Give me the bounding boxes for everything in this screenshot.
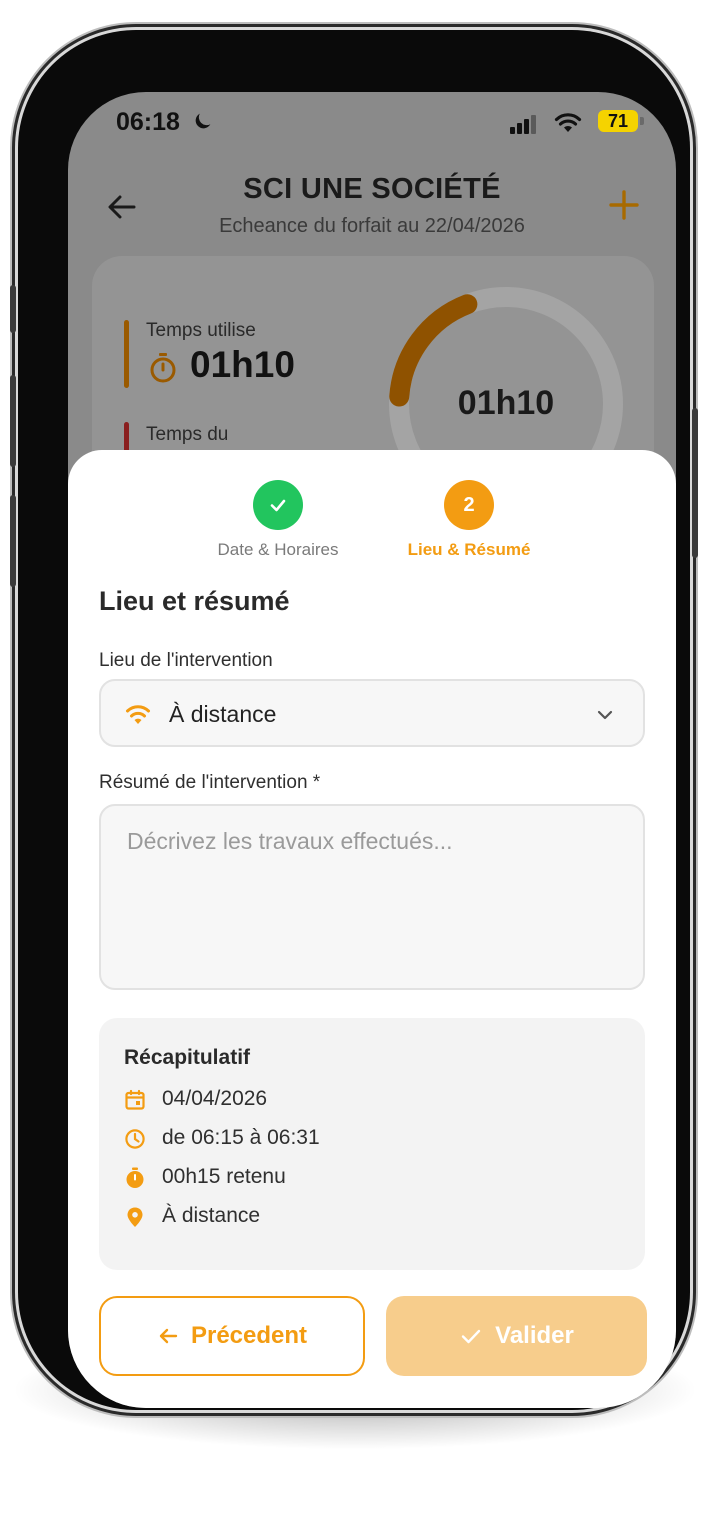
phone-frame: 06:18 71 SCI UNE SOCIÉTÉ Echeance du for… bbox=[10, 30, 698, 1410]
checkmark-icon bbox=[461, 1329, 481, 1344]
volume-up-button bbox=[10, 375, 16, 467]
recap-time-range: de 06:15 à 06:31 bbox=[162, 1126, 320, 1149]
battery-tip bbox=[640, 117, 644, 125]
validate-label: Valider bbox=[495, 1322, 574, 1349]
location-value: À distance bbox=[169, 701, 277, 727]
recap-title: Récapitulatif bbox=[124, 1046, 251, 1069]
section-title: Lieu et résumé bbox=[99, 586, 290, 616]
location-pin-icon bbox=[127, 1207, 143, 1227]
due-time-label: Temps du bbox=[146, 424, 229, 445]
plus-icon[interactable] bbox=[606, 187, 642, 223]
recap-date: 04/04/2026 bbox=[162, 1087, 268, 1110]
location-select[interactable]: À distance bbox=[99, 679, 645, 747]
signal-icon bbox=[510, 115, 536, 134]
step-lieu-resume[interactable]: 2 Lieu & Résumé bbox=[379, 480, 559, 560]
recap-panel: Récapitulatif 04/04/2026 de 06:15 à 06:3… bbox=[99, 1018, 645, 1270]
status-bar: 06:18 71 bbox=[68, 92, 676, 154]
header: SCI UNE SOCIÉTÉ Echeance du forfait au 2… bbox=[68, 167, 676, 247]
summary-label: Résumé de l'intervention * bbox=[99, 772, 321, 793]
stopwatch-icon bbox=[126, 1167, 144, 1188]
location-label: Lieu de l'intervention bbox=[99, 650, 273, 671]
ring-value: 01h10 bbox=[457, 384, 555, 422]
arrow-left-icon bbox=[159, 1328, 178, 1344]
volume-down-button bbox=[10, 495, 16, 587]
calendar-icon bbox=[125, 1089, 145, 1110]
step-done-indicator bbox=[253, 480, 303, 530]
summary-placeholder: Décrivez les travaux effectués... bbox=[127, 828, 453, 854]
used-time-value: 01h10 bbox=[190, 344, 295, 385]
used-accent-bar bbox=[124, 320, 129, 388]
check-icon bbox=[270, 499, 286, 512]
used-time-label: Temps utilise bbox=[146, 320, 256, 341]
step-date-horaires[interactable]: Date & Horaires bbox=[188, 480, 368, 560]
chevron-down-icon bbox=[597, 710, 613, 720]
battery-level: 71 bbox=[607, 111, 629, 131]
wifi-icon bbox=[126, 705, 150, 724]
status-time: 06:18 bbox=[116, 108, 180, 136]
page-title: SCI UNE SOCIÉTÉ bbox=[243, 173, 501, 205]
bottom-sheet: Date & Horaires 2 Lieu & Résumé Lieu et … bbox=[68, 450, 676, 1408]
timer-icon bbox=[150, 353, 176, 383]
previous-label: Précedent bbox=[190, 1322, 308, 1349]
mute-switch bbox=[10, 285, 16, 333]
summary-textarea[interactable]: Décrivez les travaux effectués... bbox=[99, 804, 645, 990]
page-subtitle: Echeance du forfait au 22/04/2026 bbox=[219, 215, 525, 237]
previous-button[interactable]: Précedent bbox=[99, 1296, 365, 1376]
step-number: 2 bbox=[444, 480, 494, 530]
phone-screen: 06:18 71 SCI UNE SOCIÉTÉ Echeance du for… bbox=[68, 92, 676, 1408]
battery-icon: 71 bbox=[598, 110, 638, 132]
wifi-icon bbox=[554, 113, 582, 132]
power-button bbox=[692, 408, 698, 558]
step-label: Date & Horaires bbox=[217, 540, 339, 559]
clock-icon bbox=[125, 1129, 145, 1149]
validate-button[interactable]: Valider bbox=[386, 1296, 647, 1376]
recap-location: À distance bbox=[162, 1204, 261, 1227]
step-label: Lieu & Résumé bbox=[407, 540, 531, 559]
moon-icon bbox=[195, 113, 211, 129]
recap-duration: 00h15 retenu bbox=[162, 1165, 286, 1188]
